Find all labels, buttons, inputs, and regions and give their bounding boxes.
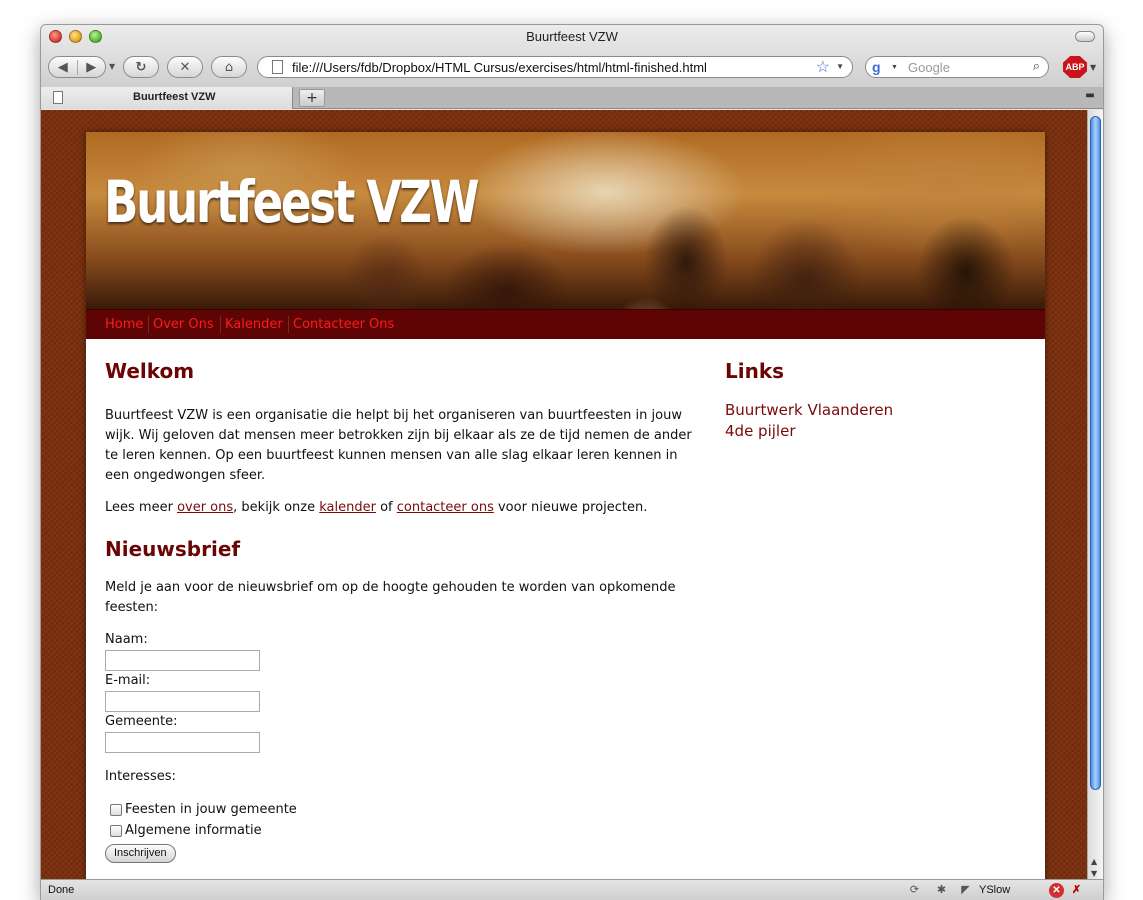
name-field[interactable] <box>105 650 260 671</box>
noscript-icon[interactable]: ✗ <box>1069 883 1084 898</box>
welcome-heading: Welkom <box>105 359 195 383</box>
links-heading: Links <box>725 359 785 383</box>
history-dropdown-icon[interactable]: ▼ <box>109 62 115 71</box>
scroll-down-icon[interactable]: ▼ <box>1091 869 1097 878</box>
nav-kalender[interactable]: Kalender <box>225 317 283 332</box>
status-text: Done <box>48 884 75 896</box>
kalender-link[interactable]: kalender <box>319 500 376 515</box>
search-input[interactable]: Google <box>908 60 950 75</box>
main-content: Welkom Buurtfeest VZW is een organisatie… <box>105 358 705 863</box>
title-bar: Buurtfeest VZW ◀ ▶ ▼ ↻ ✕ ⌂ file:///Users… <box>41 25 1103 87</box>
name-label: Naam: <box>105 632 148 647</box>
interest-feesten-checkbox[interactable] <box>110 803 122 816</box>
more-text-2: , bekijk onze <box>233 500 320 515</box>
newsletter-heading: Nieuwsbrief <box>105 537 241 561</box>
page-icon <box>272 60 283 74</box>
interests-label: Interesses: <box>105 769 176 784</box>
firebug-icon[interactable]: ✱ <box>934 883 949 898</box>
adblock-plus-icon[interactable]: ABP <box>1063 56 1087 78</box>
url-bar[interactable]: file:///Users/fdb/Dropbox/HTML Cursus/ex… <box>257 56 853 78</box>
tab-strip: Buurtfeest VZW + ▬ <box>41 87 1103 109</box>
city-label: Gemeente: <box>105 714 178 729</box>
home-button[interactable]: ⌂ <box>211 56 247 78</box>
more-text-3: of <box>375 500 397 515</box>
sidebar: Links Buurtwerk Vlaanderen 4de pijler <box>725 358 1025 442</box>
home-icon: ⌂ <box>224 59 234 75</box>
bookmark-star-icon[interactable]: ☆ <box>816 57 830 77</box>
browser-toolbar: ◀ ▶ ▼ ↻ ✕ ⌂ file:///Users/fdb/Dropbox/HT… <box>41 53 1103 83</box>
error-icon[interactable]: ✕ <box>1049 883 1064 898</box>
nav-contacteer-ons[interactable]: Contacteer Ons <box>293 317 394 332</box>
site-navigation: Home Over Ons Kalender Contacteer Ons <box>86 309 1045 339</box>
newsletter-intro: Meld je aan voor de nieuwsbrief om op de… <box>105 580 676 615</box>
interest-row: Algemene informatie <box>110 820 705 841</box>
interest-feesten-label[interactable]: Feesten in jouw gemeente <box>125 800 297 820</box>
newsletter-form: Naam: E-mail: Gemeente: Interesses: Fees… <box>105 630 705 863</box>
window-title: Buurtfeest VZW <box>526 29 618 44</box>
intro-paragraph: Buurtfeest VZW is een organisatie die he… <box>105 408 692 483</box>
toolbar-toggle-button[interactable] <box>1075 31 1095 42</box>
stop-button[interactable]: ✕ <box>167 56 203 78</box>
subscribe-button[interactable]: Inschrijven <box>105 844 176 863</box>
links-list: Buurtwerk Vlaanderen 4de pijler <box>725 400 1025 442</box>
contacteer-ons-link[interactable]: contacteer ons <box>397 500 494 515</box>
buurtwerk-vlaanderen-link[interactable]: Buurtwerk Vlaanderen <box>725 400 1025 421</box>
stop-icon: ✕ <box>179 59 191 75</box>
google-icon[interactable]: g <box>872 59 890 75</box>
city-field[interactable] <box>105 732 260 753</box>
more-text-4: voor nieuwe projecten. <box>493 500 648 515</box>
site-title: Buurtfeest VZW <box>104 168 479 236</box>
search-icon[interactable]: ⌕ <box>1033 58 1040 74</box>
url-dropdown-icon[interactable]: ▼ <box>836 62 844 71</box>
site-container: Buurtfeest VZW Home Over Ons Kalender Co… <box>86 132 1045 880</box>
email-field[interactable] <box>105 691 260 712</box>
interest-row: Feesten in jouw gemeente <box>110 799 705 820</box>
browser-window: Buurtfeest VZW ◀ ▶ ▼ ↻ ✕ ⌂ file:///Users… <box>40 24 1104 900</box>
page-viewport: Buurtfeest VZW Home Over Ons Kalender Co… <box>41 110 1089 880</box>
more-text-1: Lees meer <box>105 500 178 515</box>
back-arrow-icon[interactable]: ◀ <box>49 60 77 75</box>
yslow-label[interactable]: YSlow <box>979 884 1010 896</box>
vertical-scrollbar[interactable]: ▲ ▼ <box>1087 110 1103 880</box>
nav-home[interactable]: Home <box>105 317 143 332</box>
tab-label: Buurtfeest VZW <box>133 91 216 103</box>
reload-icon: ↻ <box>135 59 147 75</box>
over-ons-link[interactable]: over ons <box>177 500 233 515</box>
back-forward-buttons: ◀ ▶ <box>48 56 106 78</box>
scroll-up-icon[interactable]: ▲ <box>1091 857 1097 866</box>
url-text[interactable]: file:///Users/fdb/Dropbox/HTML Cursus/ex… <box>292 60 707 75</box>
nav-divider <box>288 316 289 333</box>
adblock-dropdown-icon[interactable]: ▼ <box>1090 63 1096 72</box>
page-icon <box>53 91 63 104</box>
tab-buurtfeest[interactable]: Buurtfeest VZW <box>41 87 293 109</box>
yslow-icon[interactable]: ◤ <box>958 883 973 898</box>
search-engine-dropdown-icon[interactable]: ▼ <box>891 64 898 71</box>
email-label: E-mail: <box>105 673 151 688</box>
new-tab-button[interactable]: + <box>299 89 325 107</box>
4de-pijler-link[interactable]: 4de pijler <box>725 421 1025 442</box>
nav-divider <box>148 316 149 333</box>
interest-algemeen-label[interactable]: Algemene informatie <box>125 821 262 841</box>
header-banner: Buurtfeest VZW <box>86 132 1045 309</box>
interest-algemeen-checkbox[interactable] <box>110 824 122 837</box>
status-bar: Done ⟳ ✱ ◤ YSlow ✕ ✗ <box>41 879 1103 900</box>
forward-arrow-icon[interactable]: ▶ <box>76 59 106 75</box>
more-info-paragraph: Lees meer over ons, bekijk onze kalender… <box>105 498 705 518</box>
sync-icon[interactable]: ⟳ <box>907 883 922 898</box>
scroll-thumb[interactable] <box>1090 116 1101 790</box>
nav-over-ons[interactable]: Over Ons <box>153 317 214 332</box>
search-box[interactable]: g ▼ Google ⌕ <box>865 56 1049 78</box>
tab-list-icon[interactable]: ▬ <box>1081 90 1099 106</box>
reload-button[interactable]: ↻ <box>123 56 159 78</box>
nav-divider <box>220 316 221 333</box>
